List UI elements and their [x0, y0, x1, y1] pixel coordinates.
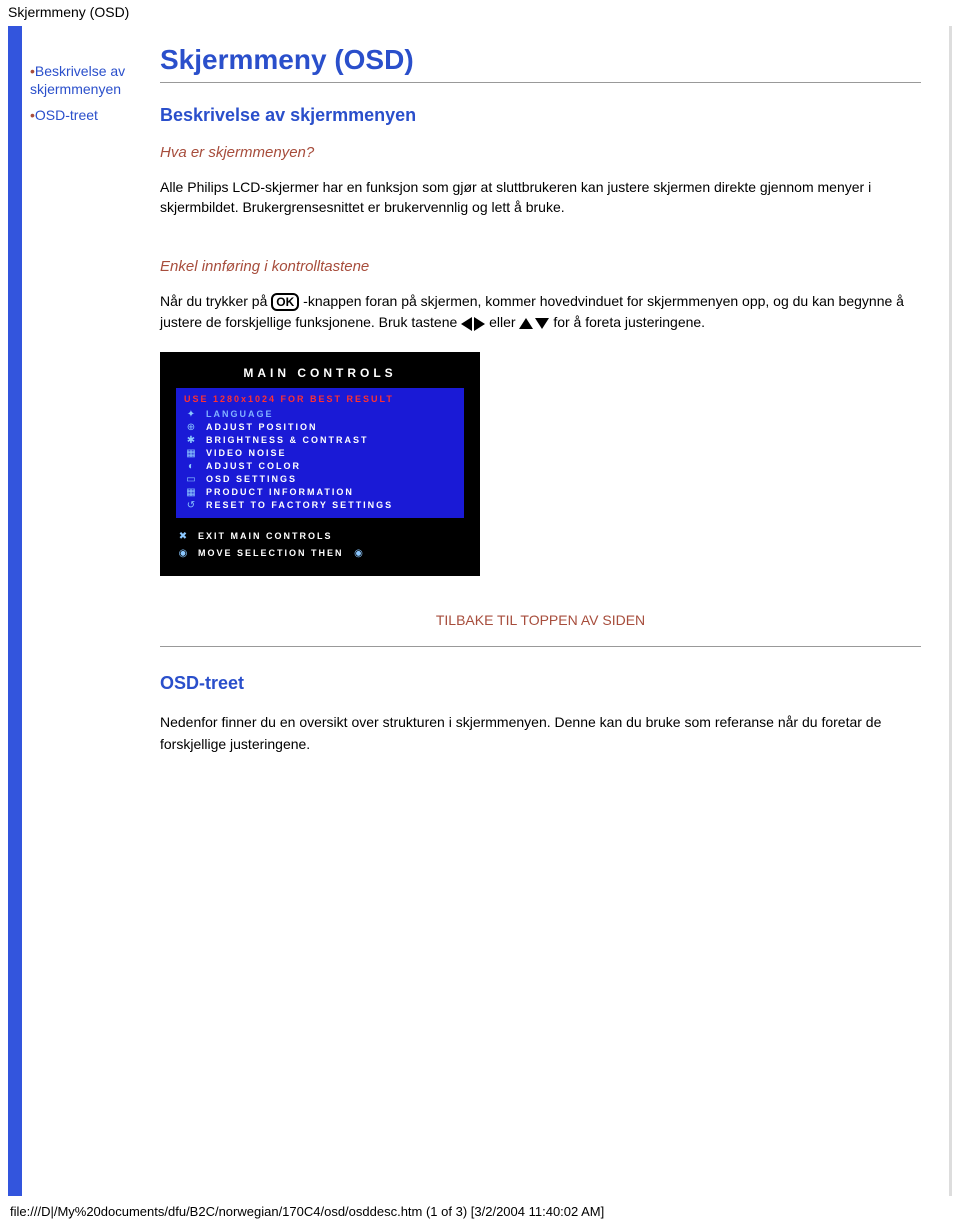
- osd-menu-item: ▭ OSD SETTINGS: [184, 473, 456, 486]
- osd-exit-row: ✖ EXIT MAIN CONTROLS: [176, 528, 464, 545]
- osdtree-paragraph: Nedenfor finner du en oversikt over stru…: [160, 712, 921, 755]
- osd-item-icon: ✦: [184, 409, 198, 420]
- osd-menu-item: ✱ BRIGHTNESS & CONTRAST: [184, 434, 456, 447]
- intro-paragraph: Alle Philips LCD-skjermer har en funksjo…: [160, 177, 921, 218]
- osd-move-label: MOVE SELECTION THEN: [198, 548, 344, 558]
- sidebar-item-osdtreet[interactable]: •OSD-treet: [30, 106, 150, 124]
- osd-item-label: BRIGHTNESS & CONTRAST: [206, 435, 369, 445]
- section-heading-osdtreet: OSD-treet: [160, 673, 921, 694]
- osd-menu-item: ◐ ADJUST COLOR: [184, 460, 456, 473]
- up-down-arrows-icon: [519, 318, 549, 329]
- sidebar-link[interactable]: Beskrivelse av skjermmenyen: [30, 63, 125, 97]
- osd-menu-item: ↺ RESET TO FACTORY SETTINGS: [184, 499, 456, 512]
- osd-item-label: RESET TO FACTORY SETTINGS: [206, 500, 393, 510]
- osd-item-icon: ⊕: [184, 422, 198, 433]
- osd-item-icon: ↺: [184, 500, 198, 511]
- osd-exit-label: EXIT MAIN CONTROLS: [198, 531, 333, 541]
- osd-item-icon: ▭: [184, 474, 198, 485]
- osd-move-row: ◉ MOVE SELECTION THEN ◉: [176, 545, 464, 562]
- sub-question: Hva er skjermmenyen?: [160, 144, 921, 161]
- sidebar-link[interactable]: OSD-treet: [35, 107, 98, 123]
- osd-item-label: LANGUAGE: [206, 409, 274, 419]
- footer-path: file:///D|/My%20documents/dfu/B2C/norweg…: [0, 1196, 960, 1227]
- main-content: Skjermmeny (OSD) Beskrivelse av skjermme…: [154, 44, 949, 775]
- move-icon-2: ◉: [352, 548, 366, 559]
- osd-item-label: PRODUCT INFORMATION: [206, 487, 354, 497]
- osd-item-icon: ▦: [184, 448, 198, 459]
- window-title: Skjermmeny (OSD): [0, 0, 960, 24]
- move-icon: ◉: [176, 548, 190, 559]
- divider: [160, 646, 921, 647]
- osd-item-icon: ✱: [184, 435, 198, 446]
- sub-heading-controls: Enkel innføring i kontrolltastene: [160, 258, 921, 275]
- osd-menu-item: ✦ LANGUAGE: [184, 408, 456, 421]
- ok-button-icon: OK: [271, 293, 299, 311]
- divider: [160, 82, 921, 83]
- osd-item-label: ADJUST POSITION: [206, 422, 318, 432]
- osd-item-label: ADJUST COLOR: [206, 461, 301, 471]
- osd-screenshot: MAIN CONTROLS USE 1280x1024 FOR BEST RES…: [160, 352, 480, 576]
- osd-item-label: VIDEO NOISE: [206, 448, 287, 458]
- osd-item-label: OSD SETTINGS: [206, 474, 297, 484]
- back-to-top[interactable]: TILBAKE TIL TOPPEN AV SIDEN: [160, 612, 921, 628]
- osd-item-icon: ◐: [184, 461, 198, 472]
- section-heading-beskrivelse: Beskrivelse av skjermmenyen: [160, 105, 921, 126]
- osd-menu-item: ▦ PRODUCT INFORMATION: [184, 486, 456, 499]
- exit-icon: ✖: [176, 531, 190, 542]
- left-right-arrows-icon: [461, 317, 485, 331]
- osd-menu-item: ▦ VIDEO NOISE: [184, 447, 456, 460]
- page-frame: •Beskrivelse av skjermmenyen •OSD-treet …: [8, 26, 952, 1196]
- osd-menu-item: ⊕ ADJUST POSITION: [184, 421, 456, 434]
- osd-subtitle: USE 1280x1024 FOR BEST RESULT: [184, 394, 456, 404]
- osd-item-icon: ▦: [184, 487, 198, 498]
- sidebar: •Beskrivelse av skjermmenyen •OSD-treet: [22, 44, 154, 133]
- controls-paragraph: Når du trykker på OK -knappen foran på s…: [160, 291, 921, 334]
- page-title: Skjermmeny (OSD): [160, 44, 921, 76]
- sidebar-item-beskrivelse[interactable]: •Beskrivelse av skjermmenyen: [30, 62, 150, 98]
- osd-title: MAIN CONTROLS: [176, 366, 464, 380]
- back-to-top-link[interactable]: TILBAKE TIL TOPPEN AV SIDEN: [436, 612, 645, 628]
